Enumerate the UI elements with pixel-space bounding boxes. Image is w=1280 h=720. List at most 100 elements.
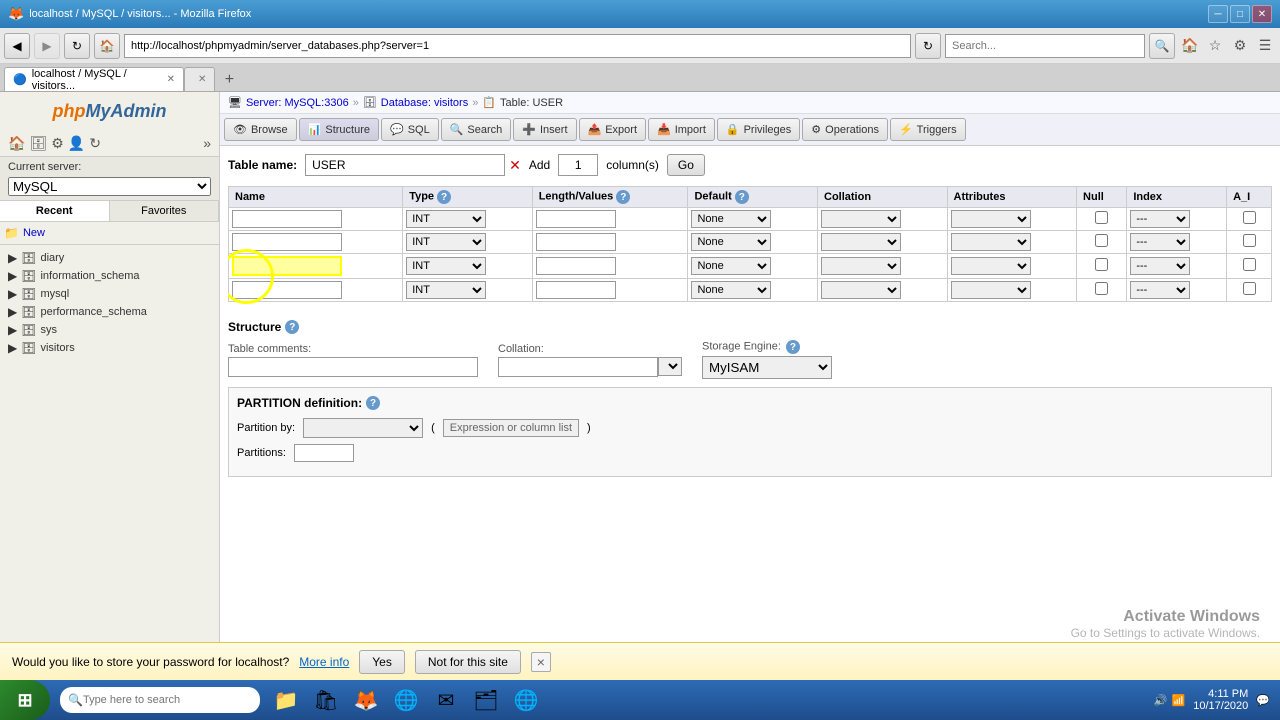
col-name-2[interactable] <box>232 233 342 251</box>
col-type-3[interactable]: INT <box>406 257 486 275</box>
new-tab-button[interactable]: + <box>218 69 240 91</box>
collation-select[interactable] <box>658 357 682 376</box>
taskbar-app-chrome[interactable]: 🌐 <box>388 682 424 718</box>
recent-tab[interactable]: Recent <box>0 201 110 221</box>
taskbar-app-files[interactable]: 🗂 <box>468 682 504 718</box>
menu-icon[interactable]: ☰ <box>1254 35 1276 57</box>
gear-icon[interactable]: ⚙ <box>1229 35 1251 57</box>
taskbar-app-store[interactable]: 🛍 <box>308 682 344 718</box>
col-index-4[interactable]: --- <box>1130 281 1190 299</box>
table-name-input[interactable] <box>305 154 505 176</box>
col-null-1[interactable] <box>1095 211 1108 224</box>
col-default-3[interactable]: None <box>691 257 771 275</box>
home-button[interactable]: 🏠 <box>94 33 120 59</box>
col-length-1[interactable] <box>536 210 616 228</box>
db-mysql[interactable]: ▶ 🗄 mysql <box>4 285 215 303</box>
expression-button[interactable]: Expression or column list <box>443 419 579 437</box>
col-collation-3[interactable] <box>821 257 901 275</box>
col-length-3[interactable] <box>536 257 616 275</box>
refresh-icon[interactable]: ↻ <box>89 135 101 152</box>
col-name-1[interactable] <box>232 210 342 228</box>
partitions-input[interactable] <box>294 444 354 462</box>
search-button[interactable]: 🔍 Search <box>441 118 512 141</box>
triggers-button[interactable]: ⚡ Triggers <box>890 118 966 141</box>
maximize-button[interactable]: □ <box>1230 5 1250 23</box>
col-type-4[interactable]: INT <box>406 281 486 299</box>
search-go-button[interactable]: 🔍 <box>1149 33 1175 59</box>
col-name-4[interactable] <box>232 281 342 299</box>
partition-help[interactable]: ? <box>366 396 380 410</box>
browse-button[interactable]: 👁 Browse <box>224 118 297 141</box>
not-for-this-site-button[interactable]: Not for this site <box>415 650 521 674</box>
new-item[interactable]: 📁 New <box>0 222 219 245</box>
db-visitors[interactable]: ▶ 🗄 visitors <box>4 339 215 357</box>
col-attributes-1[interactable] <box>951 210 1031 228</box>
default-help[interactable]: ? <box>735 190 749 204</box>
favorites-tab[interactable]: Favorites <box>110 201 220 221</box>
col-type-1[interactable]: INT VARCHAR TEXT DATE <box>406 210 486 228</box>
col-collation-2[interactable] <box>821 233 901 251</box>
col-ai-4[interactable] <box>1243 282 1256 295</box>
col-null-2[interactable] <box>1095 234 1108 247</box>
col-collation-1[interactable] <box>821 210 901 228</box>
more-info-link[interactable]: More info <box>299 655 349 669</box>
import-button[interactable]: 📥 Import <box>648 118 715 141</box>
storage-help[interactable]: ? <box>786 340 800 354</box>
col-length-4[interactable] <box>536 281 616 299</box>
tab-2-close[interactable]: ✕ <box>198 74 206 85</box>
sql-button[interactable]: 💬 SQL <box>381 118 439 141</box>
home-icon[interactable]: 🏠 <box>1179 35 1201 57</box>
taskbar-search[interactable]: 🔍 <box>60 687 260 713</box>
table-name-clear[interactable]: ✕ <box>509 157 521 174</box>
operations-button[interactable]: ⚙ Operations <box>802 118 888 141</box>
tab-1-close[interactable]: ✕ <box>167 74 175 85</box>
col-name-3[interactable] <box>232 256 342 276</box>
db-information-schema[interactable]: ▶ 🗄 information_schema <box>4 267 215 285</box>
storage-engine-select[interactable]: MyISAM InnoDB <box>702 356 832 379</box>
server-select[interactable]: MySQL <box>8 177 211 196</box>
notification-close-button[interactable]: × <box>531 652 551 672</box>
taskbar-app-mail[interactable]: ✉ <box>428 682 464 718</box>
taskbar-app-explorer[interactable]: 📁 <box>268 682 304 718</box>
yes-button[interactable]: Yes <box>359 650 405 674</box>
add-col-input[interactable] <box>558 154 598 176</box>
col-attributes-3[interactable] <box>951 257 1031 275</box>
col-collation-4[interactable] <box>821 281 901 299</box>
refresh-button[interactable]: ↻ <box>64 33 90 59</box>
forward-button[interactable]: ▶ <box>34 33 60 59</box>
expand-icon[interactable]: » <box>203 135 211 152</box>
collation-input[interactable] <box>498 357 658 377</box>
tab-2[interactable]: ✕ <box>184 67 215 91</box>
col-index-2[interactable]: --- <box>1130 233 1190 251</box>
star-icon[interactable]: ☆ <box>1204 35 1226 57</box>
reload-button[interactable]: ↻ <box>915 33 941 59</box>
taskbar-app-ie[interactable]: 🌐 <box>508 682 544 718</box>
col-null-3[interactable] <box>1095 258 1108 271</box>
taskbar-search-input[interactable] <box>83 694 233 706</box>
structure-button[interactable]: 📊 Structure <box>299 118 379 141</box>
search-bar[interactable] <box>945 34 1145 58</box>
table-comments-input[interactable] <box>228 357 478 377</box>
db-performance-schema[interactable]: ▶ 🗄 performance_schema <box>4 303 215 321</box>
col-null-4[interactable] <box>1095 282 1108 295</box>
notification-center-icon[interactable]: 💬 <box>1256 694 1270 707</box>
export-button[interactable]: 📤 Export <box>579 118 647 141</box>
type-help[interactable]: ? <box>437 190 451 204</box>
home-icon[interactable]: 🏠 <box>8 135 25 152</box>
db-diary[interactable]: ▶ 🗄 diary <box>4 249 215 267</box>
col-length-2[interactable] <box>536 233 616 251</box>
col-ai-1[interactable] <box>1243 211 1256 224</box>
col-default-1[interactable]: None NULL CURRENT_TIMESTAMP <box>691 210 771 228</box>
col-ai-3[interactable] <box>1243 258 1256 271</box>
address-bar[interactable] <box>124 34 911 58</box>
col-attributes-4[interactable] <box>951 281 1031 299</box>
col-ai-2[interactable] <box>1243 234 1256 247</box>
taskbar-app-firefox[interactable]: 🦊 <box>348 682 384 718</box>
insert-button[interactable]: ➕ Insert <box>513 118 576 141</box>
partition-by-select[interactable] <box>303 418 423 438</box>
db-sys[interactable]: ▶ 🗄 sys <box>4 321 215 339</box>
col-attributes-2[interactable] <box>951 233 1031 251</box>
length-help[interactable]: ? <box>616 190 630 204</box>
col-default-2[interactable]: None <box>691 233 771 251</box>
go-button[interactable]: Go <box>667 154 705 176</box>
